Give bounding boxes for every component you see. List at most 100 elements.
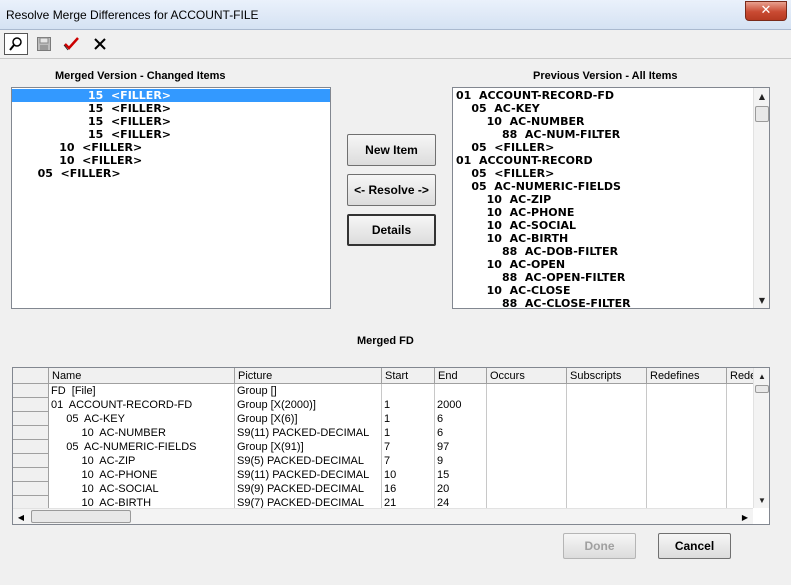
grid-cell-picture[interactable]: Group [] bbox=[235, 384, 382, 398]
row-header[interactable] bbox=[13, 454, 49, 468]
column-header[interactable]: Start bbox=[382, 368, 435, 384]
previous-list-item[interactable]: 88 AC-OPEN-FILTER bbox=[453, 271, 753, 284]
previous-list-item[interactable]: 10 AC-ZIP bbox=[453, 193, 753, 206]
details-button[interactable]: Details bbox=[347, 214, 436, 246]
grid-cell-end[interactable]: 6 bbox=[435, 412, 487, 426]
previous-list-item[interactable]: 88 AC-NUM-FILTER bbox=[453, 128, 753, 141]
grid-cell-name[interactable]: 05 AC-NUMERIC-FIELDS bbox=[49, 440, 235, 454]
merged-items-list[interactable]: 15 <FILLER> 15 <FILLER> 15 <FILLER> 15 <FIL… bbox=[11, 87, 331, 309]
merged-list-item[interactable]: 15 <FILLER> bbox=[12, 115, 330, 128]
row-header[interactable] bbox=[13, 412, 49, 426]
grid-cell-end[interactable]: 20 bbox=[435, 482, 487, 496]
delete-button[interactable] bbox=[88, 33, 112, 55]
column-header[interactable]: Redefines bbox=[647, 368, 727, 384]
check-icon bbox=[63, 37, 79, 51]
grid-cell-end[interactable] bbox=[435, 384, 487, 398]
previous-list-item[interactable]: 10 AC-OPEN bbox=[453, 258, 753, 271]
merged-list-item[interactable]: 05 <FILLER> bbox=[12, 167, 330, 180]
cancel-button[interactable]: Cancel bbox=[658, 533, 731, 559]
column-header[interactable]: Subscripts bbox=[567, 368, 647, 384]
grid-corner bbox=[13, 368, 49, 384]
column-divider bbox=[646, 384, 647, 509]
grid-cell-picture[interactable]: Group [X(2000)] bbox=[235, 398, 382, 412]
grid-cell-start[interactable] bbox=[382, 384, 435, 398]
column-header[interactable]: Picture bbox=[235, 368, 382, 384]
merged-list-item[interactable]: 10 <FILLER> bbox=[12, 154, 330, 167]
merged-fd-grid[interactable]: Name Picture Start End Occurs Subscripts Redef… bbox=[12, 367, 770, 525]
column-header[interactable]: End bbox=[435, 368, 487, 384]
previous-list-item[interactable]: 01 ACCOUNT-RECORD bbox=[453, 154, 753, 167]
merged-list-item[interactable]: 15 <FILLER> bbox=[12, 89, 330, 102]
grid-cell-name[interactable]: 10 AC-NUMBER bbox=[49, 426, 235, 440]
previous-items-list[interactable]: 88 AC-CLOSE-FILTER 10 AC-CLOSE 88 AC-OPE… bbox=[452, 87, 770, 309]
grid-horizontal-scrollbar[interactable]: ◀ ▶ bbox=[13, 508, 753, 524]
previous-list-item[interactable]: 10 AC-PHONE bbox=[453, 206, 753, 219]
grid-cell-picture[interactable]: S9(9) PACKED-DECIMAL bbox=[235, 482, 382, 496]
scroll-down-icon[interactable]: ▼ bbox=[754, 292, 769, 308]
previous-list-scrollbar[interactable]: ▲ ▼ bbox=[753, 88, 769, 308]
row-header[interactable] bbox=[13, 384, 49, 398]
row-header[interactable] bbox=[13, 440, 49, 454]
previous-version-label: Previous Version - All Items bbox=[533, 70, 678, 82]
find-button[interactable] bbox=[4, 33, 28, 55]
previous-list-item[interactable]: 05 AC-NUMERIC-FIELDS bbox=[453, 180, 753, 193]
grid-cell-start[interactable]: 7 bbox=[382, 440, 435, 454]
scroll-thumb[interactable] bbox=[755, 106, 769, 122]
scroll-thumb[interactable] bbox=[31, 510, 131, 523]
previous-list-item[interactable]: 01 ACCOUNT-RECORD-FD bbox=[453, 89, 753, 102]
grid-cell-start[interactable]: 16 bbox=[382, 482, 435, 496]
previous-list-item[interactable]: 10 AC-SOCIAL bbox=[453, 219, 753, 232]
previous-list-item[interactable]: 10 AC-BIRTH bbox=[453, 232, 753, 245]
grid-cell-picture[interactable]: Group [X(91)] bbox=[235, 440, 382, 454]
previous-list-item[interactable]: 10 AC-CLOSE bbox=[453, 284, 753, 297]
grid-cell-end[interactable]: 2000 bbox=[435, 398, 487, 412]
row-header[interactable] bbox=[13, 398, 49, 412]
row-header[interactable] bbox=[13, 482, 49, 496]
row-header[interactable] bbox=[13, 468, 49, 482]
scroll-up-icon[interactable]: ▲ bbox=[754, 88, 769, 104]
column-header[interactable]: Name bbox=[49, 368, 235, 384]
grid-cell-picture[interactable]: S9(11) PACKED-DECIMAL bbox=[235, 468, 382, 482]
grid-cell-end[interactable]: 6 bbox=[435, 426, 487, 440]
scroll-left-icon[interactable]: ◀ bbox=[13, 509, 29, 524]
row-header[interactable] bbox=[13, 426, 49, 440]
grid-cell-name[interactable]: 01 ACCOUNT-RECORD-FD bbox=[49, 398, 235, 412]
column-header[interactable]: Occurs bbox=[487, 368, 567, 384]
scroll-up-icon[interactable]: ▲ bbox=[754, 368, 769, 384]
apply-button[interactable] bbox=[60, 33, 84, 55]
merged-list-item[interactable]: 15 <FILLER> bbox=[12, 102, 330, 115]
scroll-thumb[interactable] bbox=[755, 385, 769, 393]
resolve-button[interactable]: <- Resolve -> bbox=[347, 174, 436, 206]
grid-cell-name[interactable]: 05 AC-KEY bbox=[49, 412, 235, 426]
new-item-button[interactable]: New Item bbox=[347, 134, 436, 166]
grid-cell-name[interactable]: FD [File] bbox=[49, 384, 235, 398]
grid-cell-end[interactable]: 9 bbox=[435, 454, 487, 468]
grid-cell-start[interactable]: 10 bbox=[382, 468, 435, 482]
grid-cell-start[interactable]: 1 bbox=[382, 398, 435, 412]
grid-cell-name[interactable]: 10 AC-PHONE bbox=[49, 468, 235, 482]
grid-cell-name[interactable]: 10 AC-ZIP bbox=[49, 454, 235, 468]
previous-list-item[interactable]: 05 <FILLER> bbox=[453, 167, 753, 180]
done-button[interactable]: Done bbox=[563, 533, 636, 559]
scroll-right-icon[interactable]: ▶ bbox=[737, 509, 753, 524]
previous-list-item[interactable]: 05 <FILLER> bbox=[453, 141, 753, 154]
merged-list-item[interactable]: 15 <FILLER> bbox=[12, 128, 330, 141]
grid-cell-end[interactable]: 15 bbox=[435, 468, 487, 482]
previous-list-item[interactable]: 10 AC-NUMBER bbox=[453, 115, 753, 128]
merged-list-item[interactable]: 10 <FILLER> bbox=[12, 141, 330, 154]
grid-cell-name[interactable]: 10 AC-SOCIAL bbox=[49, 482, 235, 496]
grid-cell-start[interactable]: 1 bbox=[382, 412, 435, 426]
grid-cell-picture[interactable]: Group [X(6)] bbox=[235, 412, 382, 426]
grid-cell-start[interactable]: 1 bbox=[382, 426, 435, 440]
previous-list-item[interactable]: 05 AC-KEY bbox=[453, 102, 753, 115]
grid-cell-picture[interactable]: S9(5) PACKED-DECIMAL bbox=[235, 454, 382, 468]
scroll-down-icon[interactable]: ▼ bbox=[754, 492, 769, 508]
grid-cell-picture[interactable]: S9(11) PACKED-DECIMAL bbox=[235, 426, 382, 440]
previous-list-item[interactable]: 88 AC-DOB-FILTER bbox=[453, 245, 753, 258]
grid-vertical-scrollbar[interactable]: ▲ ▼ bbox=[753, 368, 769, 508]
grid-cell-end[interactable]: 97 bbox=[435, 440, 487, 454]
previous-list-item[interactable]: 88 AC-CLOSE-FILTER bbox=[453, 297, 753, 308]
save-button[interactable] bbox=[32, 33, 56, 55]
grid-cell-start[interactable]: 7 bbox=[382, 454, 435, 468]
close-window-button[interactable]: ✕ bbox=[745, 1, 787, 21]
